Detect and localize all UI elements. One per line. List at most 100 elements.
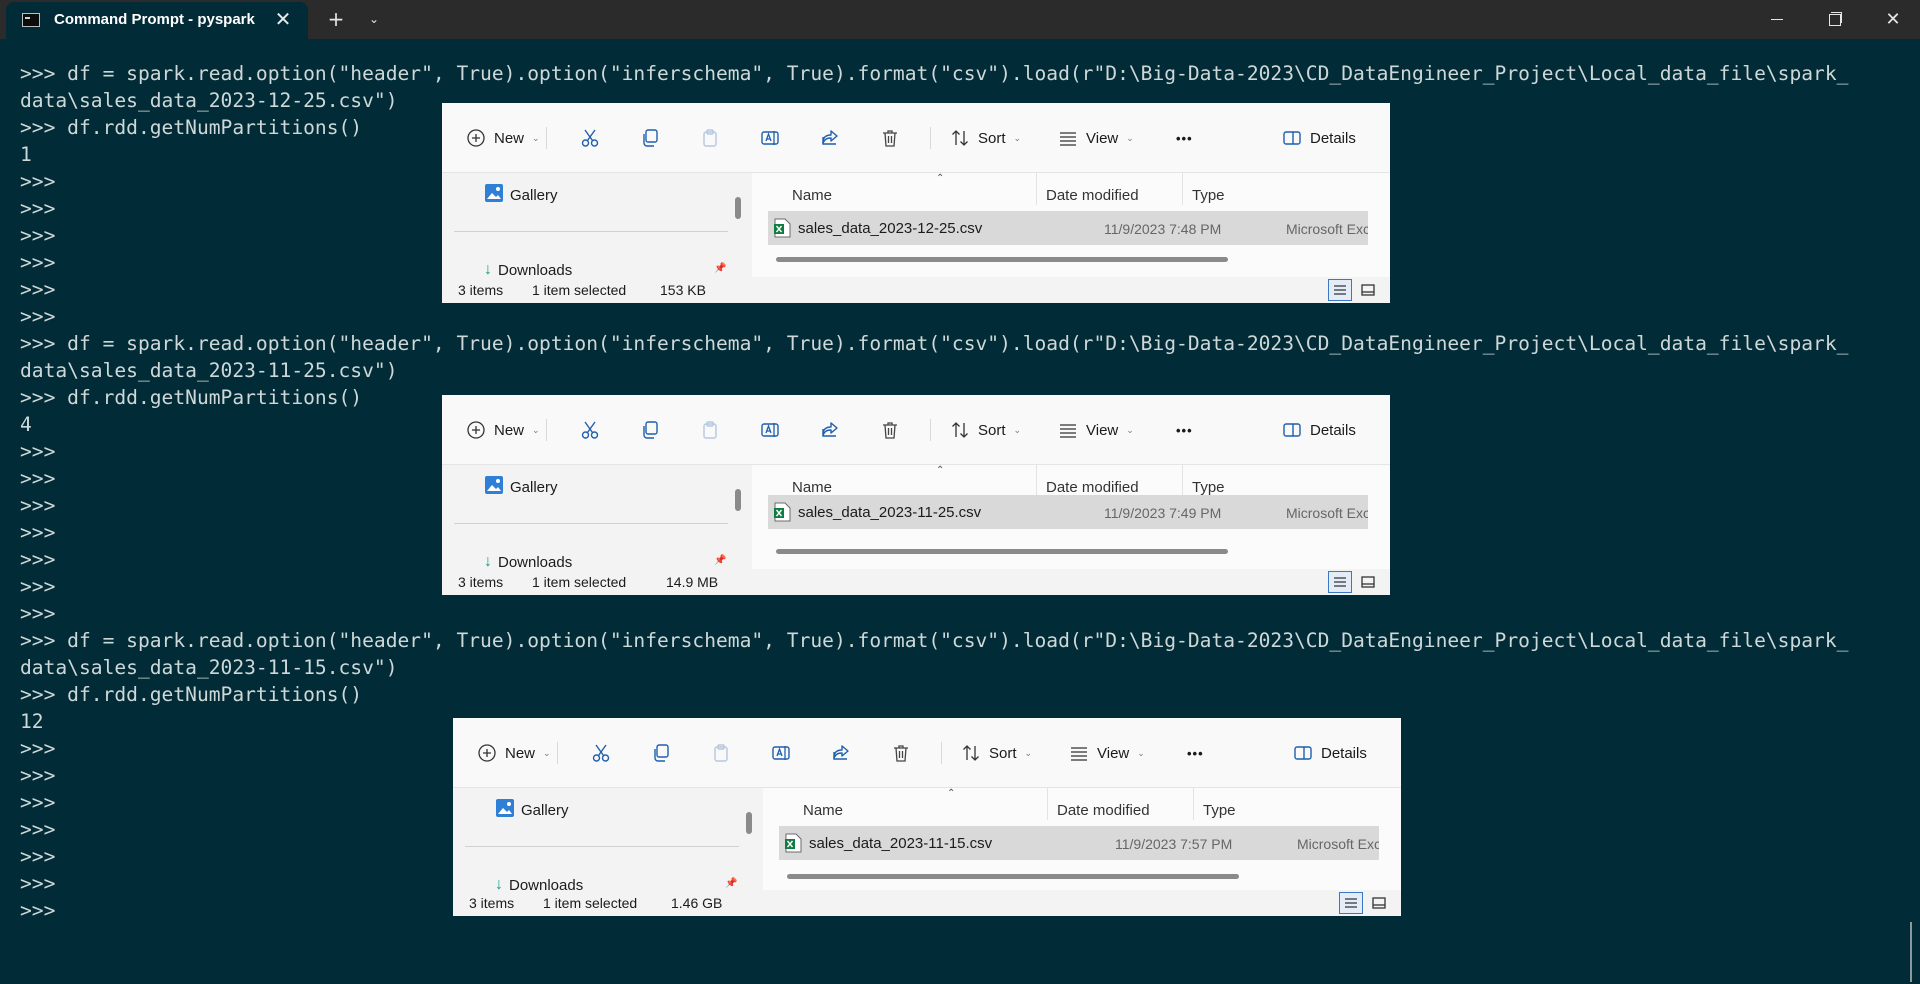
tab-close-icon[interactable]: ✕ xyxy=(272,8,294,30)
sort-button[interactable]: Sort ⌄ xyxy=(950,417,1021,443)
window-close-button[interactable]: ✕ xyxy=(1866,0,1920,39)
nav-scrollbar[interactable] xyxy=(735,489,741,511)
column-divider[interactable] xyxy=(1182,465,1183,497)
file-explorer-window: New ⌄ Sort ⌄ View ⌄ ••• Details Gallery … xyxy=(442,103,1390,303)
rename-button[interactable] xyxy=(771,740,791,766)
horizontal-scrollbar[interactable] xyxy=(776,549,1228,554)
terminal-line: 1 xyxy=(20,143,32,166)
column-divider[interactable] xyxy=(1047,788,1048,820)
column-divider[interactable] xyxy=(1036,465,1037,497)
paste-button[interactable] xyxy=(700,125,720,151)
view-button[interactable]: View ⌄ xyxy=(1069,740,1145,766)
column-header-date[interactable]: Date modified xyxy=(1046,479,1139,496)
column-divider[interactable] xyxy=(1036,173,1037,205)
column-header-type[interactable]: Type xyxy=(1192,479,1225,496)
tiles-view-button[interactable] xyxy=(1356,279,1380,301)
sort-label: Sort xyxy=(989,744,1017,762)
terminal-line: >>> xyxy=(20,170,56,193)
paste-button[interactable] xyxy=(711,740,731,766)
tiles-view-button[interactable] xyxy=(1356,571,1380,593)
minimize-button[interactable] xyxy=(1754,0,1800,39)
nav-scrollbar[interactable] xyxy=(746,812,752,834)
new-tab-button[interactable]: + xyxy=(322,0,350,39)
view-button[interactable]: View ⌄ xyxy=(1058,417,1134,443)
details-pane-button[interactable]: Details xyxy=(1282,417,1356,443)
terminal-line: >>> xyxy=(20,224,56,247)
horizontal-scrollbar[interactable] xyxy=(787,874,1239,879)
horizontal-scrollbar[interactable] xyxy=(776,257,1228,262)
delete-button[interactable] xyxy=(891,740,911,766)
column-header-type[interactable]: Type xyxy=(1192,187,1225,204)
delete-button[interactable] xyxy=(880,417,900,443)
more-options-button[interactable]: ••• xyxy=(1187,740,1204,766)
tab-title: Command Prompt - pyspark xyxy=(54,11,255,28)
details-pane-button[interactable]: Details xyxy=(1293,740,1367,766)
details-view-button[interactable] xyxy=(1339,892,1363,914)
share-button[interactable] xyxy=(820,417,840,443)
copy-button[interactable] xyxy=(640,417,660,443)
rename-button[interactable] xyxy=(760,417,780,443)
new-button[interactable]: New ⌄ xyxy=(477,740,551,766)
column-header-name[interactable]: Name xyxy=(803,802,843,819)
paste-button[interactable] xyxy=(700,417,720,443)
cut-button[interactable] xyxy=(580,417,600,443)
terminal-line: >>> xyxy=(20,845,56,868)
tab-command-prompt[interactable]: Command Prompt - pyspark ✕ xyxy=(6,2,308,39)
more-icon: ••• xyxy=(1187,745,1204,761)
rename-button[interactable] xyxy=(760,125,780,151)
terminal-line: >>> xyxy=(20,440,56,463)
column-header-name[interactable]: Name xyxy=(792,479,832,496)
sort-button[interactable]: Sort ⌄ xyxy=(950,125,1021,151)
view-icon xyxy=(1058,420,1078,440)
file-row[interactable]: sales_data_2023-12-25.csv 11/9/2023 7:48… xyxy=(768,211,1368,245)
cut-icon xyxy=(580,128,600,148)
file-row[interactable]: sales_data_2023-11-25.csv 11/9/2023 7:49… xyxy=(768,495,1368,529)
new-button[interactable]: New ⌄ xyxy=(466,417,540,443)
terminal-line: >>> xyxy=(20,278,56,301)
more-options-button[interactable]: ••• xyxy=(1176,125,1193,151)
cut-button[interactable] xyxy=(580,125,600,151)
terminal-line: 12 xyxy=(20,710,44,733)
view-button[interactable]: View ⌄ xyxy=(1058,125,1134,151)
share-icon xyxy=(820,128,840,148)
new-button[interactable]: New ⌄ xyxy=(466,125,540,151)
restore-button[interactable] xyxy=(1810,0,1856,39)
column-divider[interactable] xyxy=(1182,173,1183,205)
nav-divider xyxy=(454,523,728,524)
nav-item-label: Gallery xyxy=(521,801,569,819)
terminal-line: >>> xyxy=(20,872,56,895)
column-divider[interactable] xyxy=(1193,788,1194,820)
cut-button[interactable] xyxy=(591,740,611,766)
column-header-type[interactable]: Type xyxy=(1203,802,1236,819)
nav-item-gallery[interactable]: Gallery xyxy=(484,475,558,499)
column-header-name[interactable]: Name xyxy=(792,187,832,204)
tiles-view-button[interactable] xyxy=(1367,892,1391,914)
details-view-button[interactable] xyxy=(1328,279,1352,301)
copy-button[interactable] xyxy=(640,125,660,151)
navigation-pane: Gallery ↓ Downloads 📌 xyxy=(442,173,752,279)
copy-button[interactable] xyxy=(651,740,671,766)
nav-item-gallery[interactable]: Gallery xyxy=(495,798,569,822)
terminal-line: >>> xyxy=(20,737,56,760)
details-pane-icon xyxy=(1282,128,1302,148)
terminal-scrollbar[interactable] xyxy=(1910,922,1912,982)
details-pane-button[interactable]: Details xyxy=(1282,125,1356,151)
details-view-button[interactable] xyxy=(1328,571,1352,593)
tab-dropdown-button[interactable]: ⌄ xyxy=(362,0,386,39)
status-bar: 3 items 1 item selected 153 KB xyxy=(442,277,1390,303)
nav-scrollbar[interactable] xyxy=(735,197,741,219)
sort-button[interactable]: Sort ⌄ xyxy=(961,740,1032,766)
new-label: New xyxy=(494,129,525,147)
view-icon xyxy=(1058,128,1078,148)
nav-item-gallery[interactable]: Gallery xyxy=(484,183,558,207)
file-row[interactable]: sales_data_2023-11-15.csv 11/9/2023 7:57… xyxy=(779,826,1379,860)
delete-button[interactable] xyxy=(880,125,900,151)
column-header-date[interactable]: Date modified xyxy=(1046,187,1139,204)
more-options-button[interactable]: ••• xyxy=(1176,417,1193,443)
share-button[interactable] xyxy=(831,740,851,766)
divider xyxy=(546,419,547,441)
terminal-line: >>> df.rdd.getNumPartitions() xyxy=(20,683,363,706)
share-button[interactable] xyxy=(820,125,840,151)
column-header-date[interactable]: Date modified xyxy=(1057,802,1150,819)
file-name: sales_data_2023-11-25.csv xyxy=(798,504,982,521)
